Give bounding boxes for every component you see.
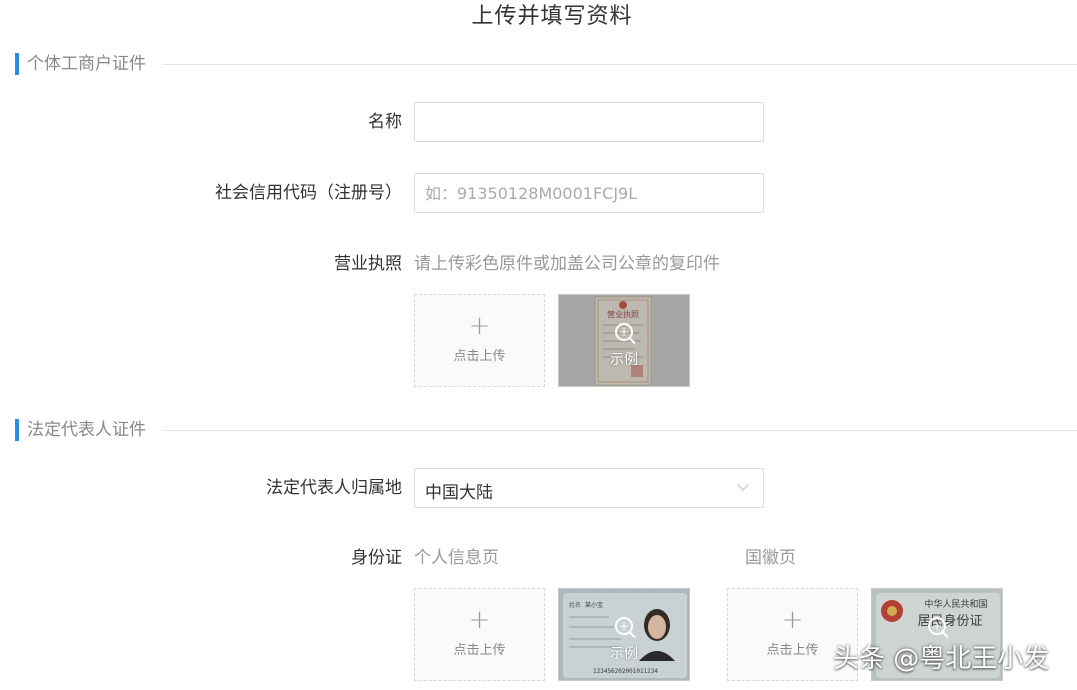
plus-icon: +: [781, 605, 804, 635]
credit-code-label: 社会信用代码（注册号）: [215, 183, 402, 203]
id-back-hint: 国徽页: [745, 548, 796, 568]
example-label: 示例: [610, 352, 638, 368]
id-front-upload-button[interactable]: + 点击上传: [414, 588, 545, 681]
zoom-in-icon: [928, 616, 946, 636]
example-label: 示例: [610, 646, 638, 662]
section-header-legal-rep: 法定代表人证件: [15, 418, 1077, 442]
license-upload-button[interactable]: + 点击上传: [414, 294, 545, 387]
region-label: 法定代表人归属地: [266, 478, 402, 498]
zoom-in-icon: [615, 322, 633, 342]
id-front-example-thumbnail[interactable]: 姓名 某小宝 123456202001011234 示例: [558, 588, 690, 681]
chevron-down-icon: [737, 479, 749, 491]
name-input[interactable]: [414, 102, 764, 142]
plus-icon: +: [468, 605, 491, 635]
section-accent-bar: [15, 419, 19, 441]
page-title: 上传并填写资料: [471, 4, 633, 29]
section-divider: [162, 64, 1077, 65]
section-divider: [162, 430, 1077, 431]
region-select[interactable]: 中国大陆: [414, 468, 764, 508]
id-card-label: 身份证: [351, 548, 402, 568]
license-label: 营业执照: [334, 254, 402, 274]
name-label: 名称: [368, 112, 402, 132]
zoom-in-icon: [615, 616, 633, 636]
credit-code-input[interactable]: [414, 173, 764, 213]
section-title: 个体工商户证件: [27, 54, 146, 74]
upload-label: 点击上传: [453, 643, 506, 658]
id-front-hint: 个人信息页: [414, 548, 499, 568]
section-header-business: 个体工商户证件: [15, 52, 1077, 76]
region-selected-value: 中国大陆: [425, 483, 493, 503]
section-accent-bar: [15, 53, 19, 75]
section-title: 法定代表人证件: [27, 420, 146, 440]
upload-label: 点击上传: [453, 349, 506, 364]
license-example-thumbnail[interactable]: 营业执照 示例: [558, 294, 690, 387]
plus-icon: +: [468, 311, 491, 341]
license-hint: 请上传彩色原件或加盖公司公章的复印件: [414, 254, 720, 274]
watermark-text: 头条 @粤北王小发: [833, 644, 1050, 674]
